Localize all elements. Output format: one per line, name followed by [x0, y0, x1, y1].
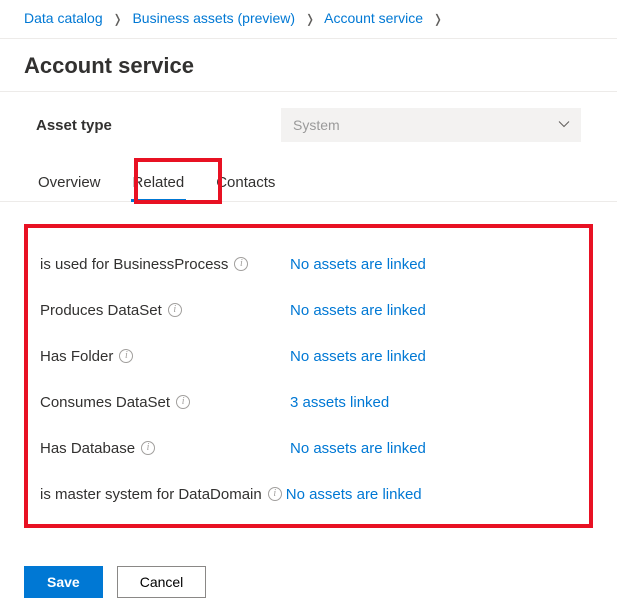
info-icon[interactable]: i — [234, 257, 248, 271]
info-icon[interactable]: i — [168, 303, 182, 317]
asset-type-row: Asset type System — [0, 92, 617, 158]
related-label: Produces DataSet i — [40, 302, 290, 319]
related-row: is master system for DataDomain i No ass… — [36, 474, 581, 514]
related-label-text: Has Database — [40, 440, 135, 457]
breadcrumb-business-assets[interactable]: Business assets (preview) — [132, 10, 295, 26]
tab-related[interactable]: Related — [131, 164, 187, 201]
related-link[interactable]: No assets are linked — [290, 256, 426, 273]
related-label: Has Folder i — [40, 348, 290, 365]
related-link[interactable]: No assets are linked — [290, 440, 426, 457]
save-button[interactable]: Save — [24, 566, 103, 598]
asset-type-value: System — [293, 117, 340, 133]
cancel-button[interactable]: Cancel — [117, 566, 207, 598]
info-icon[interactable]: i — [176, 395, 190, 409]
related-link[interactable]: No assets are linked — [290, 302, 426, 319]
related-label: Has Database i — [40, 440, 290, 457]
related-label-text: Has Folder — [40, 348, 113, 365]
related-label-text: is master system for DataDomain — [40, 486, 262, 503]
chevron-right-icon: ❭ — [113, 12, 123, 26]
related-label-text: is used for BusinessProcess — [40, 256, 228, 273]
breadcrumb: Data catalog ❭ Business assets (preview)… — [0, 0, 617, 39]
page-title: Account service — [0, 39, 617, 91]
chevron-down-icon — [557, 117, 571, 134]
related-row: Produces DataSet i No assets are linked — [36, 290, 581, 330]
asset-type-label: Asset type — [36, 117, 281, 134]
related-row: Has Folder i No assets are linked — [36, 336, 581, 376]
related-label: is used for BusinessProcess i — [40, 256, 290, 273]
related-row: Consumes DataSet i 3 assets linked — [36, 382, 581, 422]
related-row: Has Database i No assets are linked — [36, 428, 581, 468]
asset-type-select[interactable]: System — [281, 108, 581, 142]
related-link[interactable]: No assets are linked — [286, 486, 422, 503]
breadcrumb-account-service[interactable]: Account service — [324, 10, 423, 26]
chevron-right-icon: ❭ — [305, 12, 315, 26]
related-row: is used for BusinessProcess i No assets … — [36, 244, 581, 284]
related-label: Consumes DataSet i — [40, 394, 290, 411]
related-panel: is used for BusinessProcess i No assets … — [24, 224, 593, 528]
chevron-right-icon: ❭ — [433, 12, 443, 26]
info-icon[interactable]: i — [119, 349, 133, 363]
info-icon[interactable]: i — [268, 487, 282, 501]
tab-contacts[interactable]: Contacts — [214, 164, 277, 201]
tab-overview[interactable]: Overview — [36, 164, 103, 201]
button-bar: Save Cancel — [24, 566, 206, 598]
related-label-text: Consumes DataSet — [40, 394, 170, 411]
breadcrumb-data-catalog[interactable]: Data catalog — [24, 10, 103, 26]
related-label: is master system for DataDomain i — [40, 486, 282, 503]
related-link[interactable]: 3 assets linked — [290, 394, 389, 411]
related-label-text: Produces DataSet — [40, 302, 162, 319]
info-icon[interactable]: i — [141, 441, 155, 455]
related-link[interactable]: No assets are linked — [290, 348, 426, 365]
tabs: Overview Related Contacts — [0, 164, 617, 202]
